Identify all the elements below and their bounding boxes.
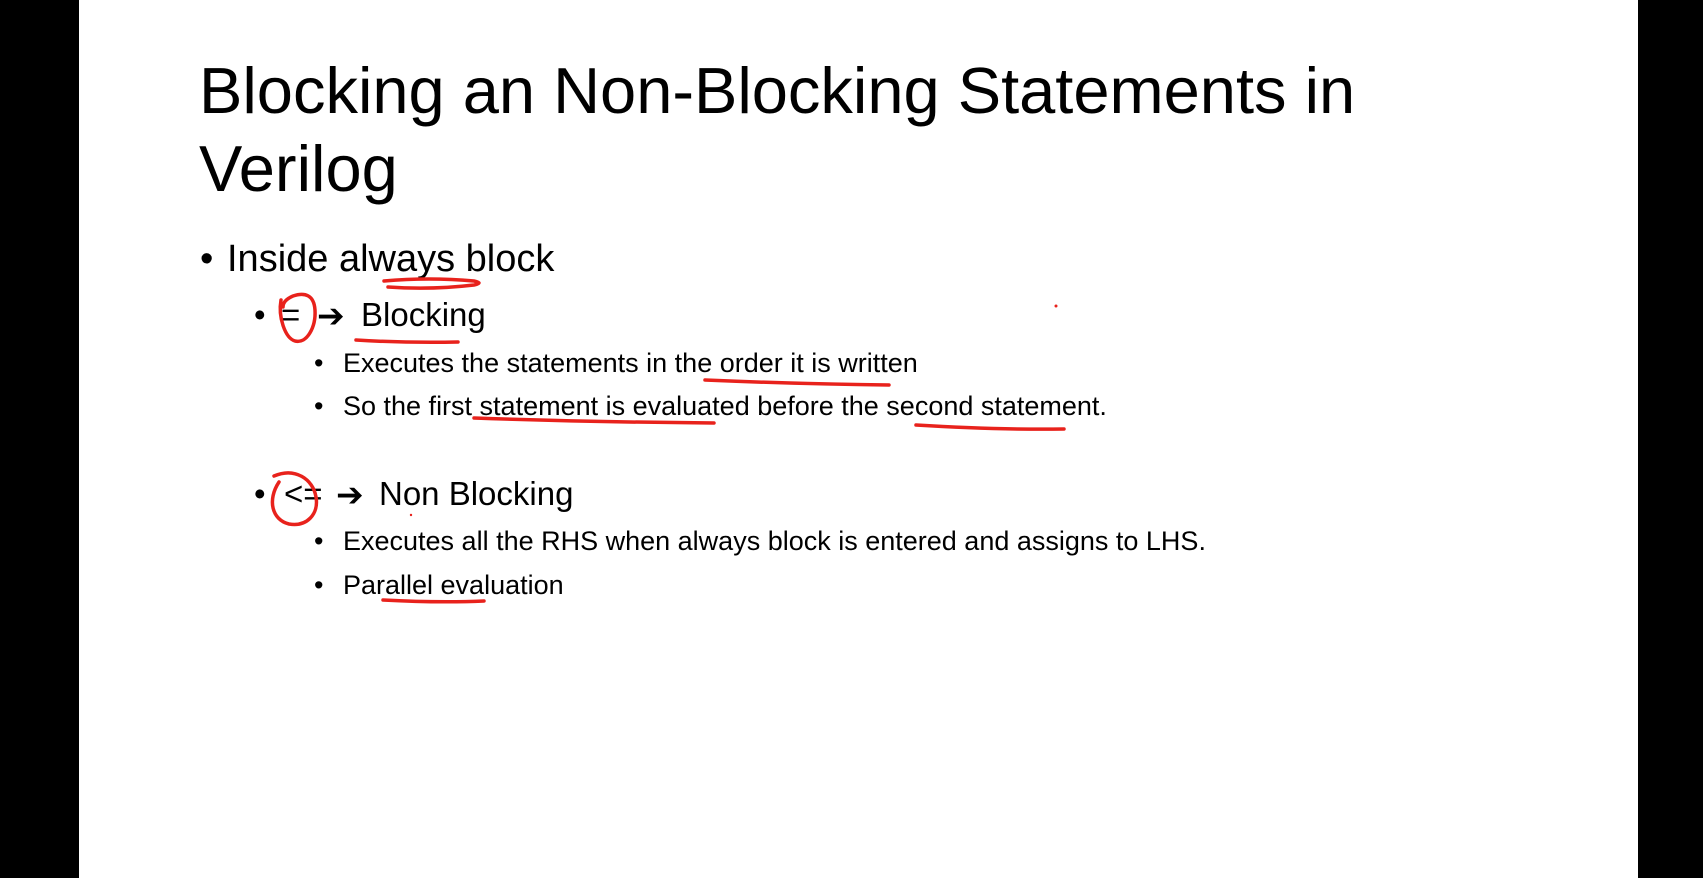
bullet-dot: • bbox=[314, 570, 324, 600]
blocking-label: Blocking bbox=[361, 296, 486, 333]
slide: Blocking an Non-Blocking Statements in V… bbox=[79, 0, 1638, 878]
bullet-dot: • bbox=[314, 391, 324, 421]
bullet-dot: • bbox=[314, 348, 324, 378]
nonblocking-label: Non Blocking bbox=[379, 475, 574, 512]
arrow-icon: ➔ bbox=[317, 297, 345, 334]
underline-order bbox=[703, 378, 891, 387]
bullet-text: So the first statement is evaluated befo… bbox=[343, 391, 1107, 421]
bullet-text: Parallel evaluation bbox=[343, 570, 564, 600]
underline-blocking bbox=[354, 338, 460, 344]
bullet-text: Inside always block bbox=[227, 238, 555, 280]
bullet-text: Executes all the RHS when always block i… bbox=[343, 526, 1206, 556]
operator-equals: = bbox=[281, 296, 301, 333]
operator-less-equals: <= bbox=[284, 475, 323, 512]
bullet-text: Executes the statements in the order it … bbox=[343, 348, 918, 378]
underline-second-statement bbox=[914, 423, 1066, 431]
slide-title: Blocking an Non-Blocking Statements in V… bbox=[199, 54, 1356, 205]
ink-dot bbox=[1054, 304, 1058, 308]
bullet-dot: • bbox=[200, 238, 214, 280]
ink-dot bbox=[409, 513, 413, 517]
bullet-dot: • bbox=[254, 296, 266, 333]
bullet-dot: • bbox=[314, 526, 324, 556]
arrow-icon: ➔ bbox=[336, 476, 364, 513]
bullet-dot: • bbox=[254, 475, 266, 512]
